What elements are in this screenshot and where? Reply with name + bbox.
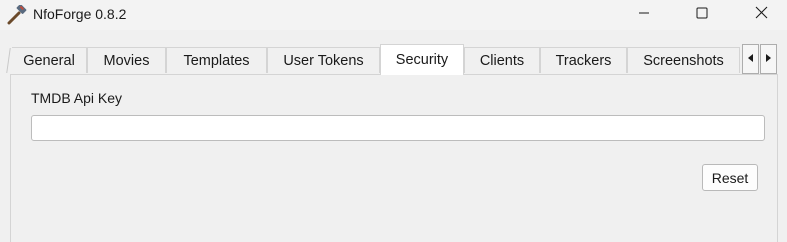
tab-trackers[interactable]: Trackers [540, 47, 627, 73]
hammer-icon [6, 4, 28, 25]
title-bar[interactable]: NfoForge 0.8.2 [0, 0, 787, 30]
security-panel [10, 74, 778, 242]
minimize-button[interactable] [621, 0, 667, 30]
tab-scroll-right-button[interactable] [760, 44, 777, 74]
tab-label: Movies [103, 52, 150, 69]
tab-label: Security [395, 52, 449, 68]
tab-label: Screenshots [643, 52, 724, 69]
tab-label: Trackers [555, 52, 612, 69]
tab-clients[interactable]: Clients [464, 47, 540, 73]
tmdb-api-key-input[interactable] [31, 115, 765, 141]
tab-label: Templates [183, 52, 250, 69]
tab-scroll-left-button[interactable] [742, 44, 759, 74]
window-title: NfoForge 0.8.2 [33, 6, 127, 22]
triangle-right-icon [765, 50, 772, 68]
tab-screenshots[interactable]: Screenshots [627, 47, 740, 73]
minimize-icon [638, 6, 650, 24]
close-button[interactable] [738, 0, 784, 30]
tmdb-api-key-label: TMDB Api Key [31, 90, 123, 106]
tab-label: General [23, 52, 75, 69]
reset-button-label: Reset [711, 169, 749, 186]
tab-label: Clients [479, 52, 525, 69]
tab-movies[interactable]: Movies [87, 47, 166, 73]
triangle-left-icon [747, 50, 754, 68]
main-window: NfoForge 0.8.2 General Movies Templates [0, 0, 787, 242]
tab-security[interactable]: Security [380, 44, 464, 75]
tab-user-tokens[interactable]: User Tokens [267, 47, 380, 73]
close-icon [755, 6, 768, 24]
tab-templates[interactable]: Templates [166, 47, 267, 73]
maximize-icon [696, 6, 708, 24]
reset-button[interactable]: Reset [702, 164, 758, 191]
tab-bar: General Movies Templates User Tokens Sec… [0, 30, 787, 75]
maximize-button[interactable] [679, 0, 725, 30]
tab-label: User Tokens [283, 52, 364, 69]
tab-general[interactable]: General [12, 47, 87, 73]
